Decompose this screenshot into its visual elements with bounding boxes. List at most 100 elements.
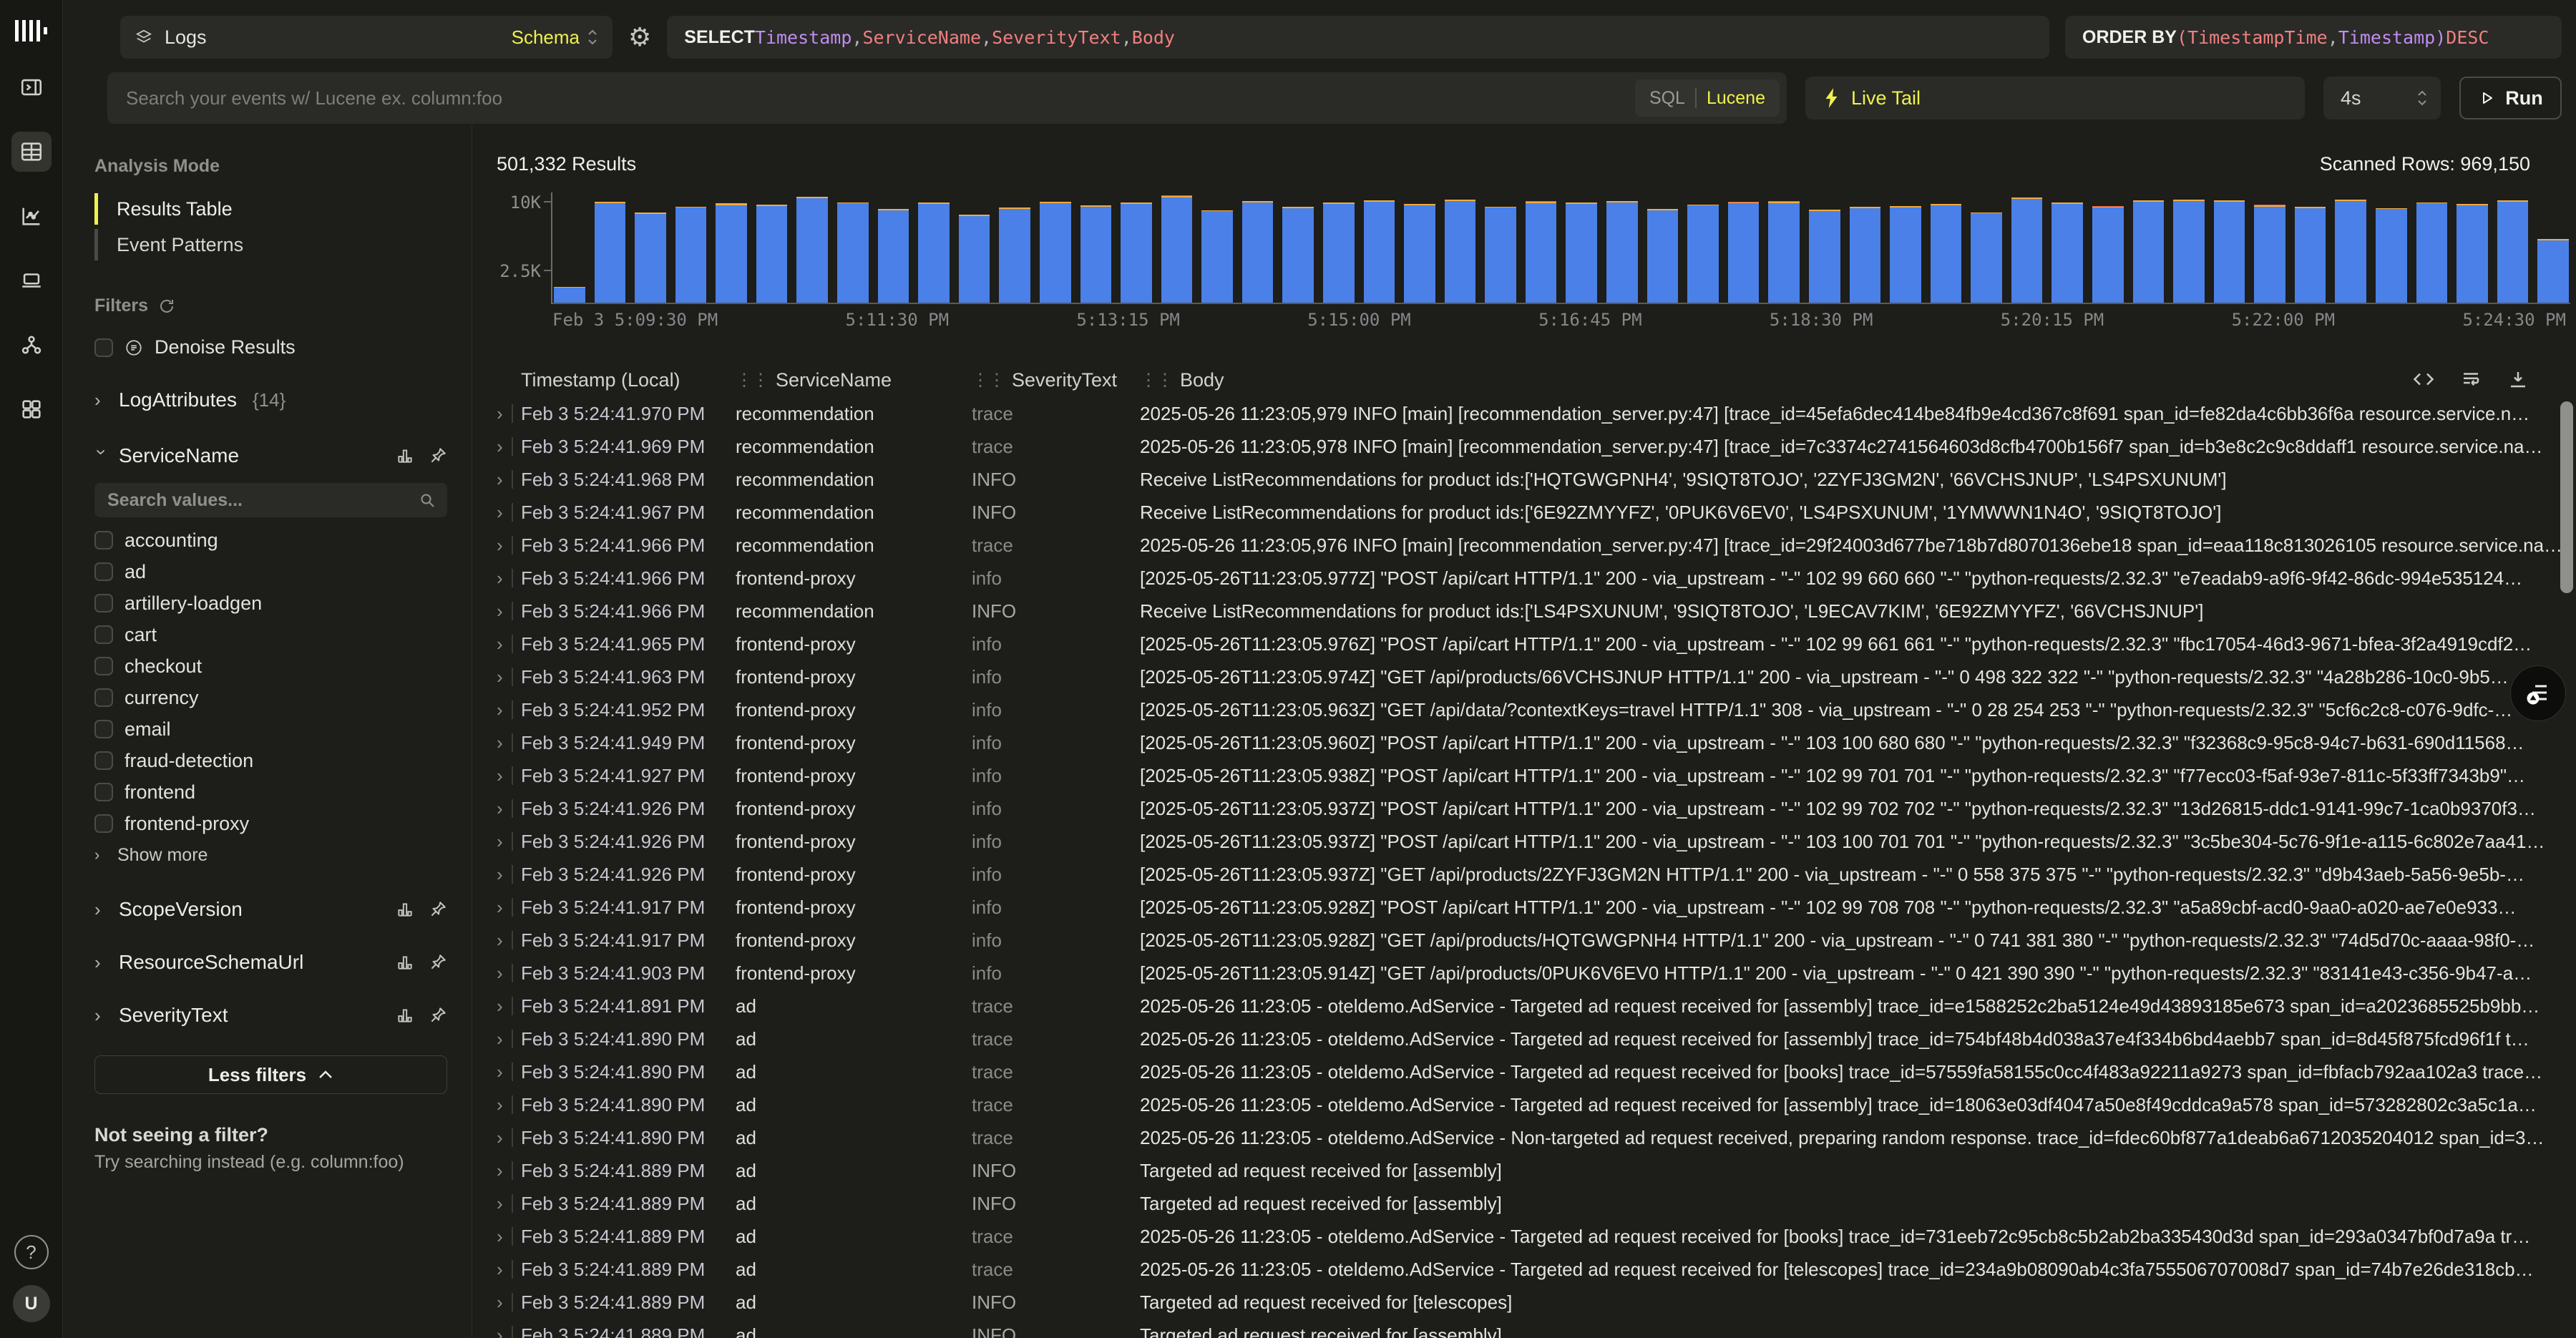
expand-row-icon[interactable]: › (497, 1291, 503, 1314)
table-row[interactable]: › Feb 3 5:24:41.903 PM frontend-proxy in… (488, 957, 2576, 990)
histogram-bar[interactable] (1121, 192, 1152, 303)
histogram-bar[interactable] (1526, 192, 1557, 303)
service-value-item[interactable]: frontend (94, 776, 447, 808)
analysis-mode-item[interactable]: Event Patterns (94, 227, 447, 263)
expand-row-icon[interactable]: › (497, 995, 503, 1017)
expand-row-icon[interactable]: › (497, 765, 503, 787)
service-value-item[interactable]: checkout (94, 650, 447, 682)
drag-handle-icon[interactable]: ⋮⋮ (736, 370, 769, 391)
table-row[interactable]: › Feb 3 5:24:41.889 PM ad INFO Targeted … (488, 1286, 2576, 1319)
show-more-button[interactable]: › Show more (94, 839, 447, 871)
expand-row-icon[interactable]: › (497, 633, 503, 655)
histogram-bar[interactable] (918, 192, 950, 303)
expand-row-icon[interactable]: › (497, 798, 503, 820)
table-row[interactable]: › Feb 3 5:24:41.949 PM frontend-proxy in… (488, 726, 2576, 759)
histogram-bar[interactable] (2051, 192, 2083, 303)
source-selector[interactable]: Logs Schema (120, 16, 613, 59)
expand-row-icon[interactable]: › (497, 502, 503, 524)
histogram-bar[interactable] (1809, 192, 1840, 303)
expand-row-icon[interactable]: › (497, 436, 503, 458)
filter-group-item[interactable]: › SeverityText (94, 1001, 447, 1030)
table-row[interactable]: › Feb 3 5:24:41.926 PM frontend-proxy in… (488, 825, 2576, 858)
histogram-bar[interactable] (1728, 192, 1760, 303)
histogram-bar[interactable] (2497, 192, 2529, 303)
dashboards-icon[interactable] (11, 389, 52, 429)
histogram-bar[interactable] (1687, 192, 1719, 303)
table-row[interactable]: › Feb 3 5:24:41.967 PM recommendation IN… (488, 496, 2576, 529)
histogram-bar[interactable] (878, 192, 909, 303)
bar-chart-icon[interactable] (396, 900, 414, 919)
less-filters-button[interactable]: Less filters (94, 1055, 447, 1094)
service-value-item[interactable]: frontend-proxy (94, 808, 447, 839)
histogram-bar[interactable] (1404, 192, 1435, 303)
table-scrollbar[interactable] (2560, 399, 2573, 1329)
drag-handle-icon[interactable]: ⋮⋮ (1140, 370, 1173, 391)
checkbox[interactable] (94, 783, 113, 801)
histogram-bar[interactable] (2254, 192, 2285, 303)
histogram-bar[interactable] (2457, 192, 2488, 303)
expand-row-icon[interactable]: › (497, 1259, 503, 1281)
pin-icon[interactable] (429, 953, 447, 972)
histogram-bar[interactable] (1890, 192, 1921, 303)
table-row[interactable]: › Feb 3 5:24:41.952 PM frontend-proxy in… (488, 693, 2576, 726)
table-row[interactable]: › Feb 3 5:24:41.889 PM ad INFO Targeted … (488, 1319, 2576, 1338)
checkbox[interactable] (94, 338, 113, 357)
histogram-bar[interactable] (1566, 192, 1597, 303)
table-row[interactable]: › Feb 3 5:24:41.890 PM ad trace 2025-05-… (488, 1088, 2576, 1121)
histogram-bar[interactable] (2416, 192, 2448, 303)
help-icon[interactable]: ? (14, 1235, 49, 1269)
expand-row-icon[interactable]: › (497, 929, 503, 952)
histogram-bar[interactable] (2295, 192, 2326, 303)
checkbox[interactable] (94, 657, 113, 675)
histogram-bar[interactable] (1242, 192, 1274, 303)
filter-group-item[interactable]: › ResourceSchemaUrl (94, 948, 447, 977)
run-button[interactable]: Run (2459, 77, 2562, 119)
expand-row-icon[interactable]: › (497, 1160, 503, 1182)
histogram-bar[interactable] (2376, 192, 2407, 303)
service-value-item[interactable]: fraud-detection (94, 745, 447, 776)
sessions-icon[interactable] (11, 260, 52, 301)
expand-row-icon[interactable]: › (497, 1094, 503, 1116)
histogram-bar[interactable] (716, 192, 747, 303)
charts-icon[interactable] (11, 196, 52, 236)
expand-row-icon[interactable]: › (497, 962, 503, 985)
service-value-item[interactable]: currency (94, 682, 447, 713)
expand-row-icon[interactable]: › (497, 1127, 503, 1149)
scrollbar-thumb[interactable] (2560, 401, 2573, 593)
histogram-bar[interactable] (1323, 192, 1355, 303)
table-row[interactable]: › Feb 3 5:24:41.889 PM ad trace 2025-05-… (488, 1220, 2576, 1253)
expand-row-icon[interactable]: › (497, 469, 503, 491)
histogram-bar[interactable] (959, 192, 990, 303)
service-value-item[interactable]: artillery-loadgen (94, 587, 447, 619)
filter-values-search-input[interactable] (94, 483, 447, 517)
table-row[interactable]: › Feb 3 5:24:41.963 PM frontend-proxy in… (488, 660, 2576, 693)
histogram-bar[interactable] (2011, 192, 2043, 303)
expand-row-icon[interactable]: › (497, 897, 503, 919)
refresh-interval-select[interactable]: 4s (2323, 77, 2441, 119)
topology-icon[interactable] (11, 325, 52, 365)
table-row[interactable]: › Feb 3 5:24:41.970 PM recommendation tr… (488, 397, 2576, 430)
checkbox[interactable] (94, 720, 113, 738)
live-tail-button[interactable]: Live Tail (1805, 77, 2305, 119)
col-servicename[interactable]: ⋮⋮ServiceName (736, 369, 972, 391)
histogram-bar[interactable] (1282, 192, 1314, 303)
table-row[interactable]: › Feb 3 5:24:41.926 PM frontend-proxy in… (488, 858, 2576, 891)
table-row[interactable]: › Feb 3 5:24:41.889 PM ad INFO Targeted … (488, 1154, 2576, 1187)
expand-row-icon[interactable]: › (497, 666, 503, 688)
table-row[interactable]: › Feb 3 5:24:41.969 PM recommendation tr… (488, 430, 2576, 463)
histogram-bar[interactable] (2335, 192, 2366, 303)
pin-icon[interactable] (429, 446, 447, 465)
histogram-bar[interactable] (1201, 192, 1233, 303)
histogram-bar[interactable] (2173, 192, 2205, 303)
select-clause-input[interactable]: SELECT Timestamp, ServiceName, SeverityT… (667, 16, 2049, 59)
histogram-bar[interactable] (1768, 192, 1800, 303)
expand-row-icon[interactable]: › (497, 1028, 503, 1050)
checkbox[interactable] (94, 531, 113, 550)
filter-group-item[interactable]: › ScopeVersion (94, 895, 447, 924)
table-row[interactable]: › Feb 3 5:24:41.889 PM ad INFO Targeted … (488, 1187, 2576, 1220)
filter-group-logattributes[interactable]: › LogAttributes {14} (94, 389, 447, 411)
histogram-bar[interactable] (999, 192, 1030, 303)
histogram-bar[interactable] (1040, 192, 1071, 303)
histogram-bar[interactable] (2537, 192, 2569, 303)
expand-row-icon[interactable]: › (497, 1226, 503, 1248)
